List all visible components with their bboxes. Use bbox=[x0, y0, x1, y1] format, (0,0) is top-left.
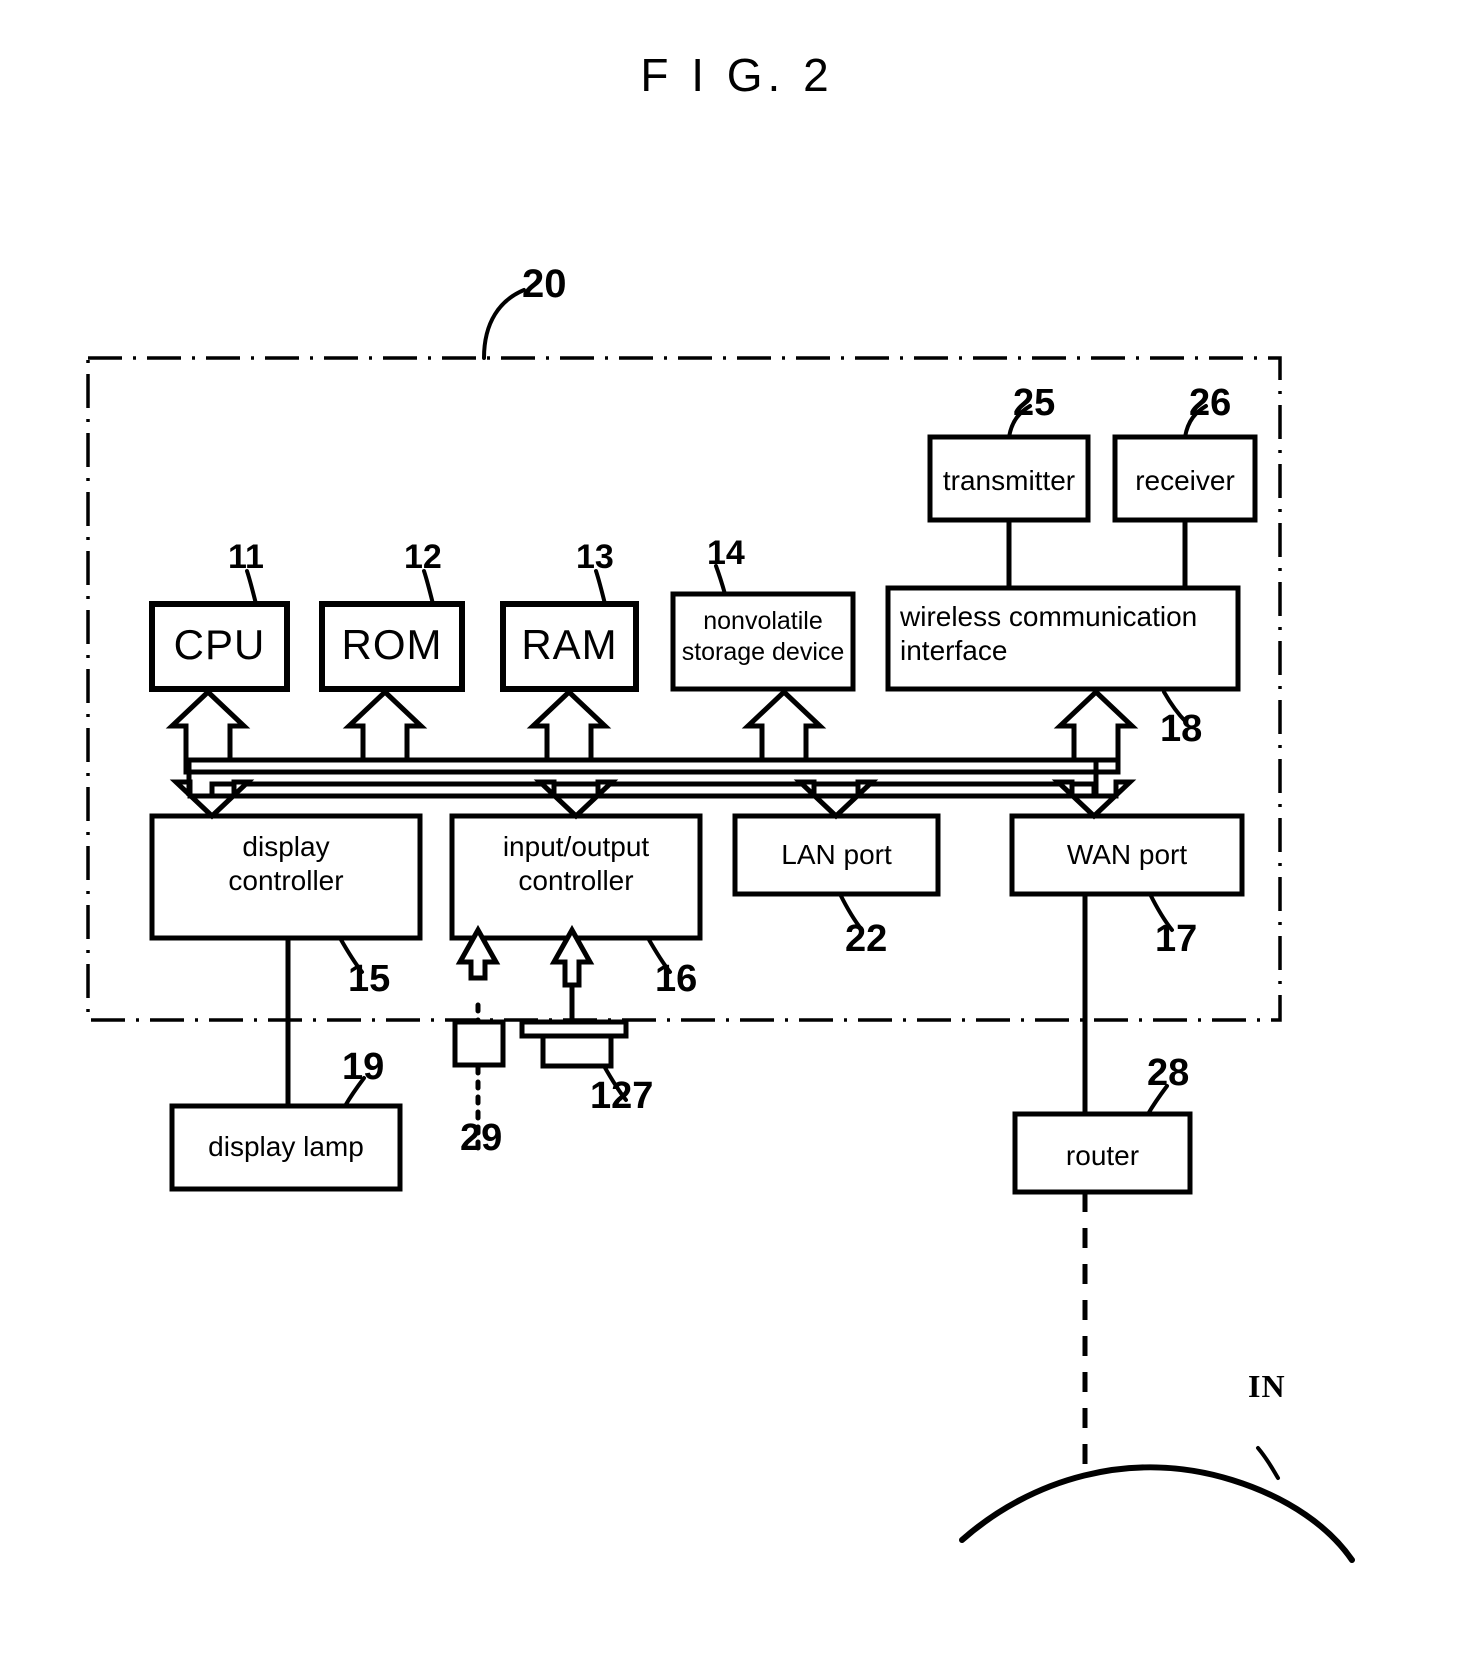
bus-arrow-up-cpu bbox=[165, 688, 251, 763]
block-receiver bbox=[1112, 434, 1258, 523]
leader-line-IN bbox=[1256, 1446, 1280, 1480]
ref-28: 28 bbox=[1147, 1052, 1190, 1094]
bus-rail-upper bbox=[183, 757, 1121, 775]
peripheral-127-body bbox=[540, 1033, 614, 1069]
block-display-controller bbox=[149, 813, 423, 941]
block-display-lamp bbox=[169, 1103, 403, 1192]
bus-arrow-up-wireless bbox=[1053, 688, 1139, 763]
ref-12: 12 bbox=[404, 538, 442, 576]
leader-line-20 bbox=[482, 288, 526, 360]
bus-arrow-up-rom bbox=[342, 688, 428, 763]
ref-127: 127 bbox=[590, 1075, 654, 1117]
block-nonvolatile-storage-device bbox=[670, 591, 856, 692]
ref-16: 16 bbox=[655, 958, 698, 1000]
block-lan-port bbox=[732, 813, 941, 897]
ref-14: 14 bbox=[707, 534, 745, 572]
peripheral-29-box bbox=[452, 1019, 506, 1068]
label-internet-IN: IN bbox=[1248, 1368, 1286, 1404]
block-transmitter bbox=[927, 434, 1091, 523]
bus-rail-lower bbox=[209, 781, 1097, 799]
block-ram bbox=[500, 601, 639, 692]
ref-26: 26 bbox=[1189, 382, 1232, 424]
ref-18: 18 bbox=[1160, 708, 1203, 750]
ref-17: 17 bbox=[1155, 918, 1198, 960]
ref-13: 13 bbox=[576, 538, 614, 576]
ref-29: 29 bbox=[460, 1117, 503, 1159]
ref-20: 20 bbox=[522, 262, 567, 306]
block-wireless-communication-interface bbox=[885, 585, 1241, 692]
ref-15: 15 bbox=[348, 958, 391, 1000]
bus-arrow-up-ram bbox=[526, 688, 612, 763]
block-router bbox=[1012, 1111, 1193, 1195]
ref-25: 25 bbox=[1013, 382, 1056, 424]
ref-11: 11 bbox=[228, 538, 264, 576]
block-cpu bbox=[149, 601, 290, 692]
block-io-controller bbox=[449, 813, 703, 941]
block-wan-port bbox=[1009, 813, 1245, 897]
internet-arc bbox=[959, 1464, 1355, 1563]
block-rom bbox=[319, 601, 465, 692]
ref-22: 22 bbox=[845, 918, 888, 960]
patent-figure-2: F I G. 2 CPU ROM RAM nonvolatile storage… bbox=[0, 0, 1474, 1672]
ref-19: 19 bbox=[342, 1046, 385, 1088]
bus-arrow-up-nonvolatile bbox=[741, 688, 827, 763]
figure-drawing-canvas bbox=[86, 288, 1355, 1563]
